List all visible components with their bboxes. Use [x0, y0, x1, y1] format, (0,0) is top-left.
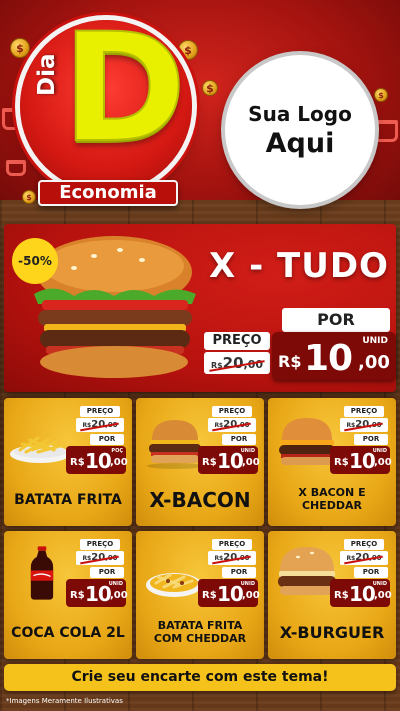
product-card[interactable]: PREÇO R$20,00 POR UNID R$ 10 ,00 COCA CO… — [4, 531, 132, 659]
preco-label: PREÇO — [212, 539, 252, 550]
preco-label: PREÇO — [212, 406, 252, 417]
price-integer: 10 — [304, 338, 353, 379]
product-card[interactable]: PREÇO R$20,00 POR UNID R$ 10 ,00 X-BACON — [136, 398, 264, 526]
preco-label: PREÇO — [80, 539, 120, 550]
discount-tag: -50% — [12, 238, 58, 284]
badge-dia-text: Dia — [34, 53, 60, 97]
por-label: POR — [354, 434, 388, 445]
product-card[interactable]: PREÇO R$20,00 POR UNID R$ 10 ,00 BATATA … — [136, 531, 264, 659]
badge-letter: D — [61, 2, 188, 176]
product-card[interactable]: PREÇO R$20,00 POR POÇ R$ 10 ,00 BATATA F… — [4, 398, 132, 526]
disclaimer-text: *Imagens Meramente Ilustrativas — [6, 697, 123, 705]
product-card[interactable]: PREÇO R$20,00 POR UNID R$ 10 ,00 X BACON… — [268, 398, 396, 526]
hero-offer-card: -50% X - TUDO POR PREÇO R$20,00 UNID R$ … — [4, 224, 396, 392]
product-card[interactable]: PREÇO R$20,00 POR UNID R$ 10 ,00 X-BURGU… — [268, 531, 396, 659]
shopping-cart-icon — [372, 120, 398, 142]
preco-label: PREÇO — [80, 406, 120, 417]
price-cents: ,00 — [358, 352, 390, 373]
logo-placeholder-line2: Aqui — [265, 127, 335, 159]
unit-label: UNID — [362, 336, 388, 346]
hero-old-price: R$20,00 — [204, 352, 270, 374]
hero-new-price: UNID R$ 10 ,00 — [272, 332, 396, 380]
hero-preco-label: PREÇO — [204, 332, 270, 350]
por-label: POR — [222, 434, 256, 445]
old-price: R$20,00 — [208, 418, 256, 432]
new-price: UNID R$ 10 ,00 — [198, 446, 260, 474]
por-label: POR — [354, 567, 388, 578]
dia-d-badge: D Dia — [20, 13, 192, 192]
economia-ribbon: Economia — [38, 180, 178, 206]
old-price: R$20,00 — [76, 418, 124, 432]
logo-placeholder-line1: Sua Logo — [248, 101, 352, 126]
new-price: UNID R$ 10 ,00 — [198, 579, 260, 607]
product-name: BATATA FRITA — [14, 491, 122, 508]
old-price: R$20,00 — [208, 551, 256, 565]
por-label: POR — [222, 567, 256, 578]
old-price: R$20,00 — [340, 418, 388, 432]
old-price: R$20,00 — [340, 551, 388, 565]
por-label: POR — [90, 567, 124, 578]
cta-banner[interactable]: Crie seu encarte com este tema! — [4, 664, 396, 691]
new-price: POÇ R$ 10 ,00 — [66, 446, 128, 474]
logo-placeholder[interactable]: Sua Logo Aqui — [225, 55, 375, 205]
currency-symbol: R$ — [278, 352, 302, 371]
product-name: COCA COLA 2L — [11, 624, 125, 641]
hero-por-label: POR — [282, 308, 390, 332]
new-price: UNID R$ 10 ,00 — [66, 579, 128, 607]
shopping-cart-icon — [6, 160, 26, 176]
coin-icon: $ — [22, 190, 36, 204]
old-price: R$20,00 — [76, 551, 124, 565]
product-name: X-BURGUER — [279, 622, 385, 642]
coin-icon: $ — [374, 88, 388, 102]
preco-label: PREÇO — [344, 406, 384, 417]
por-label: POR — [90, 434, 124, 445]
soda-bottle-icon — [30, 546, 54, 600]
new-price: UNID R$ 10 ,00 — [330, 446, 392, 474]
coin-icon: $ — [10, 38, 30, 58]
preco-label: PREÇO — [344, 539, 384, 550]
product-name: X-BACON — [149, 487, 251, 512]
product-name: X BACON E CHEDDAR — [298, 486, 366, 512]
product-name: BATATA FRITA COM CHEDDAR — [153, 619, 247, 645]
hero-product-name: X - TUDO — [209, 246, 389, 286]
coin-icon: $ — [202, 80, 218, 96]
new-price: UNID R$ 10 ,00 — [330, 579, 392, 607]
